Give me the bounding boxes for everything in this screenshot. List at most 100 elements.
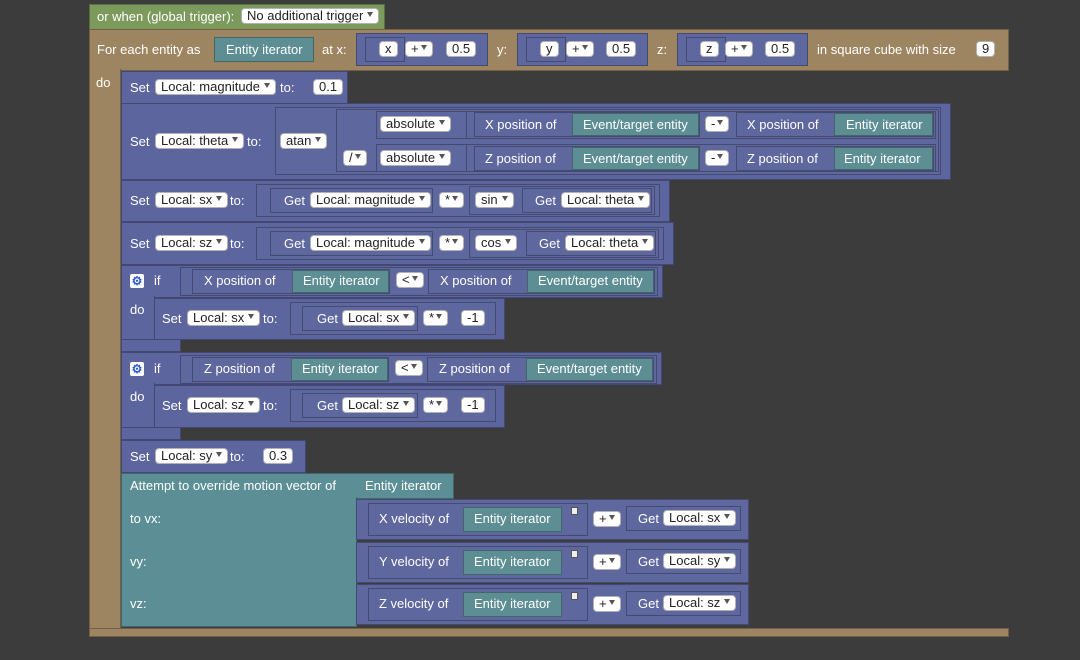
mutator-icon[interactable] (571, 592, 578, 600)
get-label: Get (539, 236, 560, 251)
mutator-icon[interactable] (571, 550, 578, 558)
set-label: Set (162, 398, 182, 413)
if-label: if (154, 273, 161, 288)
gear-icon[interactable]: ⚙ (130, 362, 144, 376)
velocity-label: Z velocity of (379, 596, 449, 611)
multiply-dropdown[interactable]: * (423, 310, 449, 326)
get-label: Get (284, 193, 305, 208)
minus-dropdown[interactable]: - (705, 150, 730, 166)
theta-var-dropdown[interactable]: Local: theta (155, 133, 245, 149)
entity-iterator-text: Entity iterator (226, 42, 303, 57)
cos-dropdown[interactable]: cos (475, 235, 518, 251)
plus-dropdown[interactable]: + (593, 554, 621, 570)
set-label: Set (130, 134, 150, 149)
less-than-dropdown[interactable]: < (395, 360, 423, 376)
divide-dropdown[interactable]: / (343, 150, 367, 166)
override-motion-label: Attempt to override motion vector of (130, 478, 336, 493)
motion-entity-text: Entity iterator (365, 478, 442, 493)
z-position-label: Z position of (439, 361, 510, 376)
gear-icon[interactable]: ⚙ (130, 274, 144, 288)
y-value[interactable]: 0.5 (606, 41, 637, 57)
z-position-label: Z position of (747, 151, 818, 166)
sx-var-dropdown[interactable]: Local: sx (155, 192, 229, 208)
x-var[interactable]: x (379, 41, 398, 57)
atan-dropdown[interactable]: atan (280, 133, 328, 149)
cube-label: in square cube with size (817, 42, 956, 57)
sy-var-dropdown[interactable]: Local: sy (155, 448, 229, 464)
z-position-label: Z position of (485, 151, 556, 166)
sy-value[interactable]: 0.3 (263, 448, 294, 464)
absolute-dropdown-1[interactable]: absolute (380, 116, 452, 132)
y-op-dropdown[interactable]: + (566, 41, 594, 57)
mutator-icon[interactable] (571, 507, 578, 515)
plus-dropdown[interactable]: + (593, 511, 621, 527)
x-position-label: X position of (485, 117, 557, 132)
motion-row-label: vy: (130, 554, 147, 569)
get-label: Get (284, 236, 305, 251)
multiply-dropdown[interactable]: * (439, 192, 465, 208)
sx-var-dropdown[interactable]: Local: sx (187, 310, 261, 326)
get-theta-dropdown[interactable]: Local: theta (565, 235, 655, 251)
entity-iterator-text: Entity iterator (846, 117, 923, 132)
at-x-label: at x: (322, 42, 347, 57)
get-sx-dropdown[interactable]: Local: sx (342, 310, 416, 326)
entity-iterator-text: Entity iterator (303, 273, 380, 288)
to-label: to: (230, 449, 245, 464)
velocity-label: Y velocity of (379, 554, 449, 569)
x-position-label: X position of (747, 117, 819, 132)
get-label: Get (638, 511, 659, 526)
get-velocity-var-dropdown[interactable]: Local: sx (663, 510, 737, 526)
if-do-label: do (130, 302, 145, 317)
if-do-label: do (130, 389, 145, 404)
get-magnitude-dropdown[interactable]: Local: magnitude (310, 192, 432, 208)
to-label: to: (263, 398, 278, 413)
if-block-2-footer (121, 427, 181, 440)
absolute-dropdown-2[interactable]: absolute (380, 150, 452, 166)
less-than-dropdown[interactable]: < (396, 272, 424, 288)
sz-var-dropdown[interactable]: Local: sz (187, 397, 261, 413)
get-theta-dropdown[interactable]: Local: theta (561, 192, 651, 208)
negate-value[interactable]: -1 (461, 310, 485, 326)
multiply-dropdown[interactable]: * (423, 397, 449, 413)
to-label: to: (263, 311, 278, 326)
set-label: Set (130, 449, 150, 464)
foreach-spine (89, 69, 121, 633)
magnitude-var-dropdown[interactable]: Local: magnitude (155, 79, 277, 95)
plus-dropdown[interactable]: + (593, 596, 621, 612)
get-velocity-var-dropdown[interactable]: Local: sz (663, 595, 737, 611)
multiply-dropdown[interactable]: * (439, 235, 465, 251)
get-velocity-var-dropdown[interactable]: Local: sy (663, 553, 737, 569)
x-position-label: X position of (204, 273, 276, 288)
get-label: Get (638, 596, 659, 611)
motion-row-label: to vx: (130, 511, 162, 526)
set-label: Set (130, 80, 150, 95)
z-op-dropdown[interactable]: + (725, 41, 753, 57)
y-label: y: (497, 42, 508, 57)
get-label: Get (638, 554, 659, 569)
negate-value[interactable]: -1 (461, 397, 485, 413)
entity-iterator-text: Entity iterator (844, 151, 921, 166)
get-sz-dropdown[interactable]: Local: sz (342, 397, 416, 413)
trigger-dropdown[interactable]: No additional trigger (241, 8, 380, 24)
y-var[interactable]: y (540, 41, 559, 57)
x-op-dropdown[interactable]: + (405, 41, 433, 57)
to-label: to: (280, 80, 295, 95)
event-target-text: Event/target entity (583, 117, 688, 132)
x-value[interactable]: 0.5 (446, 41, 477, 57)
x-position-label: X position of (440, 273, 512, 288)
minus-dropdown[interactable]: - (705, 116, 730, 132)
z-value[interactable]: 0.5 (765, 41, 796, 57)
sin-dropdown[interactable]: sin (475, 192, 514, 208)
event-target-text: Event/target entity (537, 361, 642, 376)
get-label: Get (317, 311, 338, 326)
foreach-footer (89, 628, 1009, 637)
z-label: z: (657, 42, 668, 57)
foreach-do-label: do (96, 75, 111, 90)
cube-size[interactable]: 9 (976, 41, 996, 57)
get-magnitude-dropdown[interactable]: Local: magnitude (310, 235, 432, 251)
z-var[interactable]: z (700, 41, 719, 57)
motion-row-label: vz: (130, 596, 147, 611)
sz-var-dropdown[interactable]: Local: sz (155, 235, 229, 251)
event-target-text: Event/target entity (583, 151, 688, 166)
magnitude-value[interactable]: 0.1 (313, 79, 344, 95)
